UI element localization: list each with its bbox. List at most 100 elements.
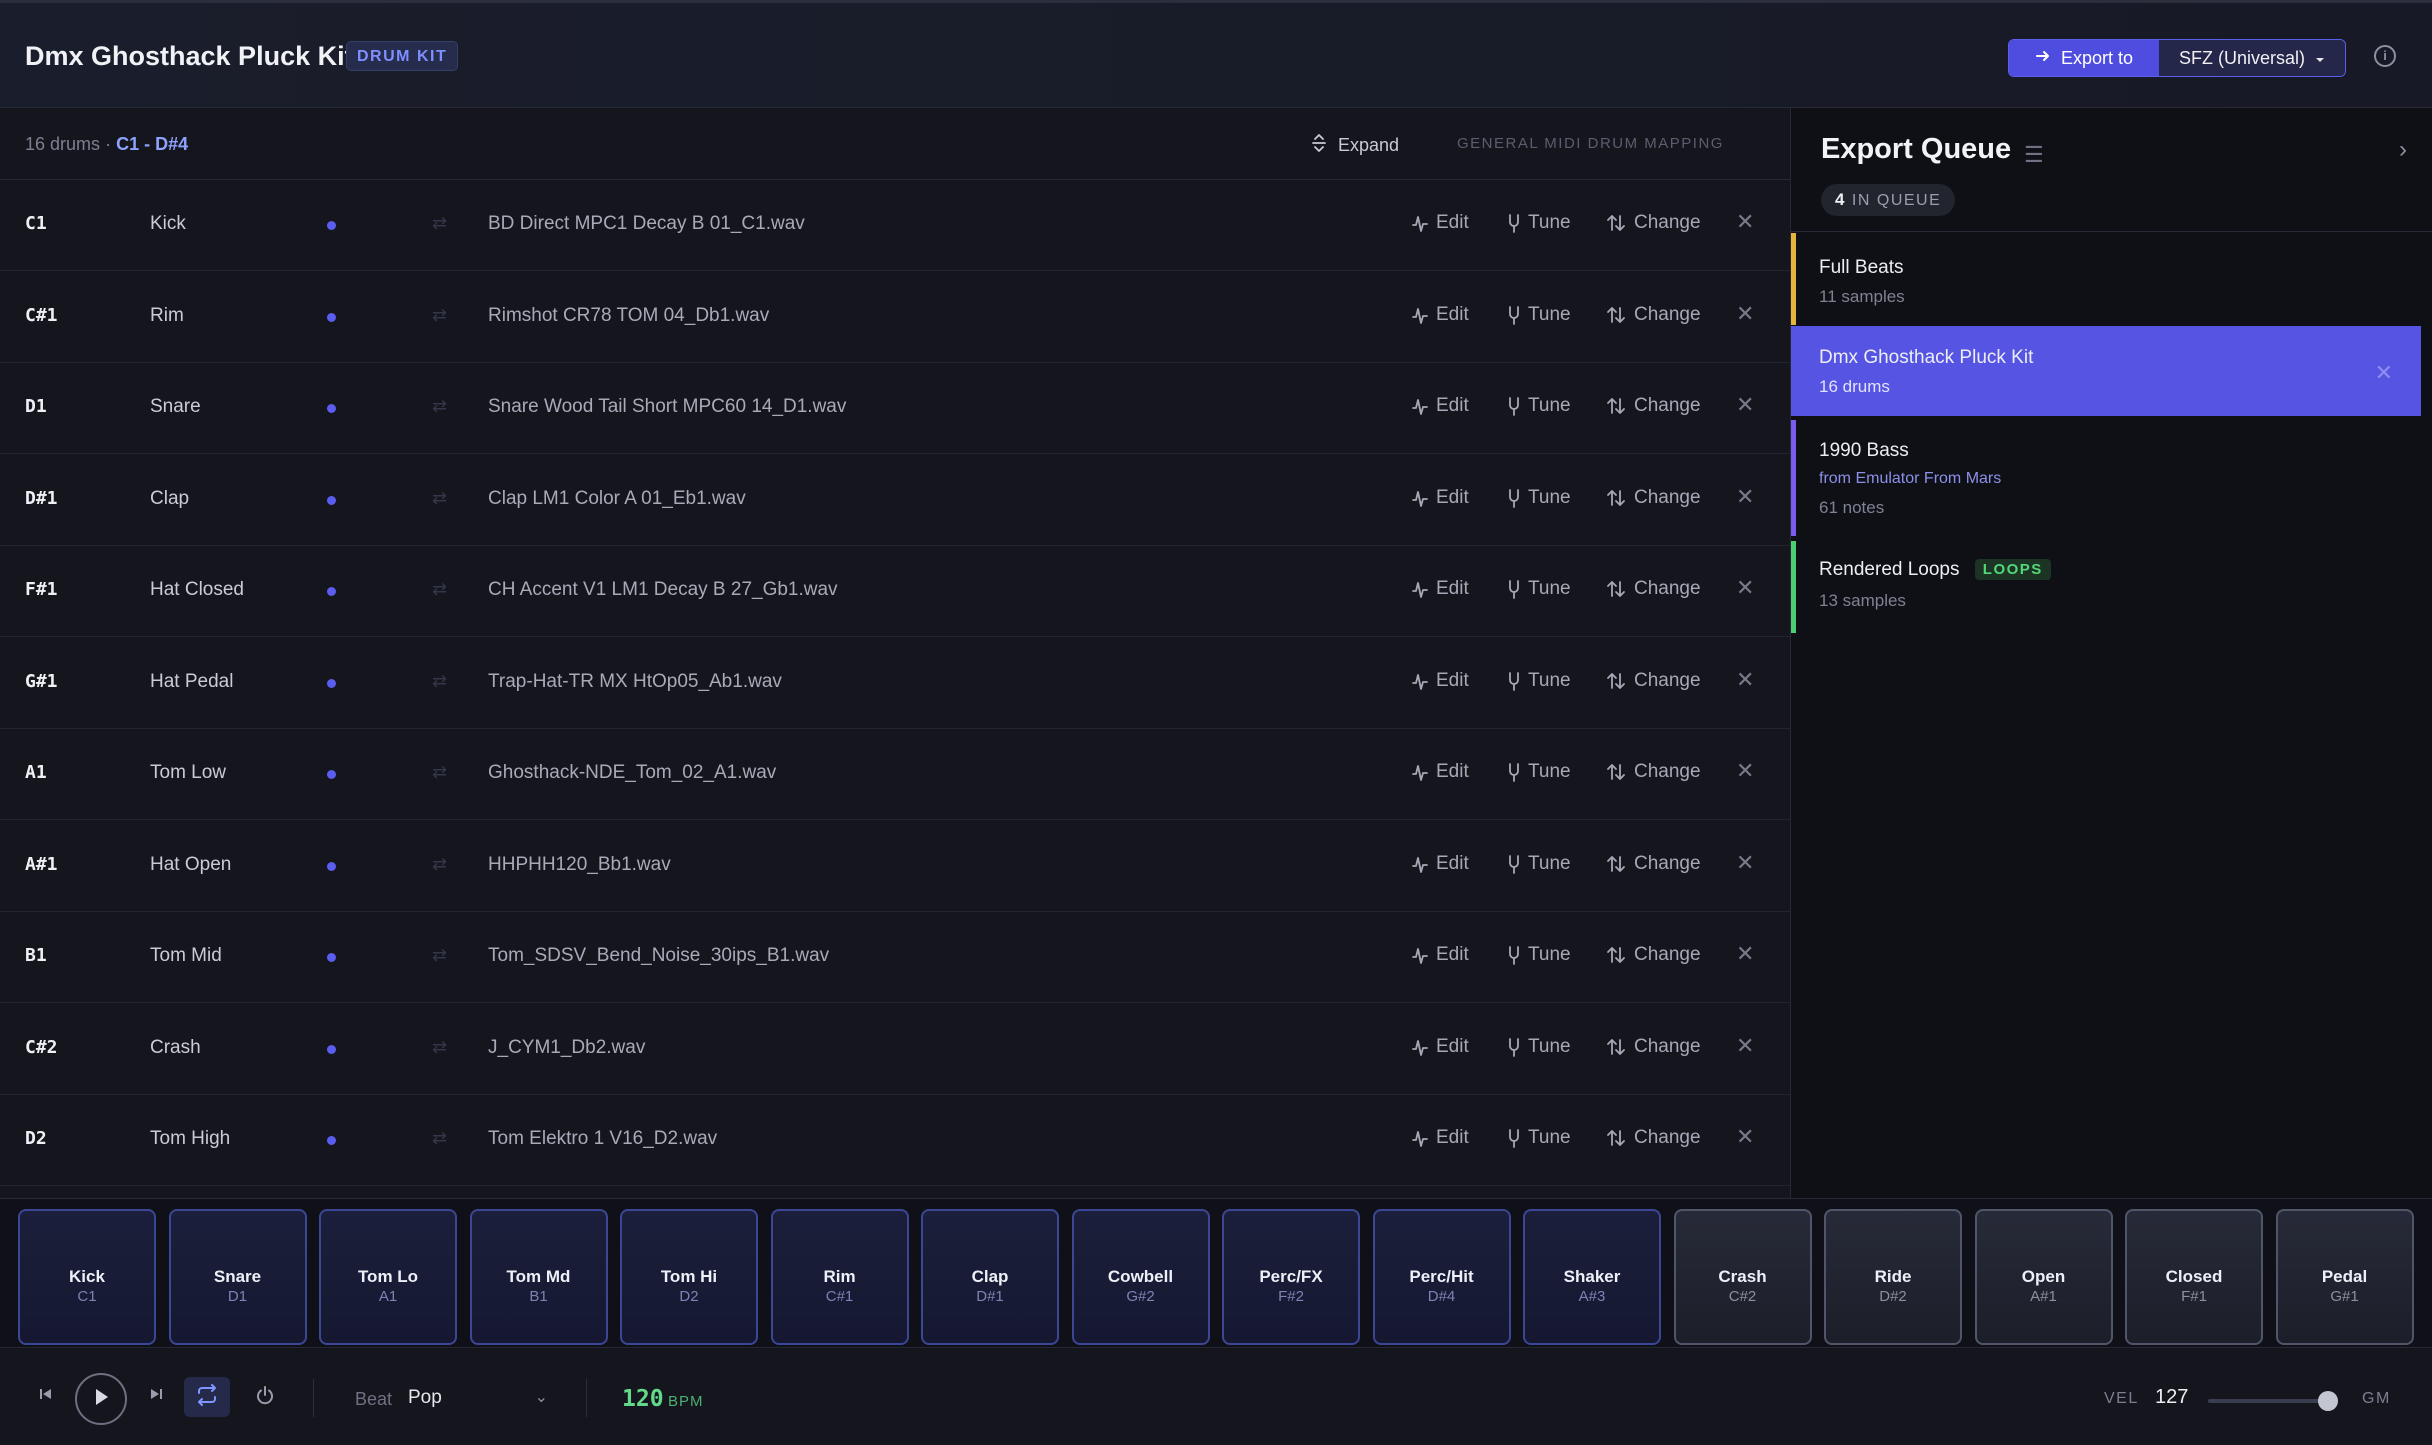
expand-button[interactable]: Expand xyxy=(1310,130,1399,160)
change-button[interactable]: Change xyxy=(1606,670,1701,692)
change-button[interactable]: Change xyxy=(1606,944,1701,966)
close-icon[interactable]: ✕ xyxy=(1736,301,1754,327)
edit-button[interactable]: Edit xyxy=(1412,578,1469,600)
export-format-select[interactable]: SFZ (Universal) xyxy=(2159,40,2345,76)
tune-button[interactable]: Tune xyxy=(1508,853,1571,875)
edit-button[interactable]: Edit xyxy=(1412,853,1469,875)
loop-icon[interactable]: ⇄ xyxy=(432,396,447,417)
drum-row[interactable]: D#1 Clap ⇄ Clap LM1 Color A 01_Eb1.wav Edit T… xyxy=(0,455,1790,546)
play-button[interactable] xyxy=(75,1373,127,1425)
close-icon[interactable]: ✕ xyxy=(1736,941,1754,967)
beat-select[interactable]: Pop ⌄ xyxy=(408,1379,548,1417)
drum-row[interactable]: C1 Kick ⇄ BD Direct MPC1 Decay B 01_C1.wav E… xyxy=(0,180,1790,271)
loop-icon[interactable]: ⇄ xyxy=(432,1128,447,1149)
loop-icon[interactable]: ⇄ xyxy=(432,579,447,600)
change-button[interactable]: Change xyxy=(1606,578,1701,600)
change-button[interactable]: Change xyxy=(1606,761,1701,783)
close-icon[interactable]: ✕ xyxy=(1736,850,1754,876)
edit-button[interactable]: Edit xyxy=(1412,1036,1469,1058)
close-icon[interactable]: ✕ xyxy=(1736,209,1754,235)
drum-pad[interactable]: Snare D1 xyxy=(168,1209,307,1345)
loop-icon[interactable]: ⇄ xyxy=(432,671,447,692)
loop-icon[interactable]: ⇄ xyxy=(432,945,447,966)
drum-pad[interactable]: Shaker A#3 xyxy=(1523,1209,1661,1345)
skip-forward-button[interactable] xyxy=(143,1383,169,1409)
change-button[interactable]: Change xyxy=(1606,853,1701,875)
loop-icon[interactable]: ⇄ xyxy=(432,305,447,326)
drum-pad[interactable]: Cowbell G#2 xyxy=(1071,1209,1210,1345)
drum-row[interactable]: G#1 Hat Pedal ⇄ Trap-Hat-TR MX HtOp05_Ab1.w… xyxy=(0,638,1790,729)
loop-icon[interactable]: ⇄ xyxy=(432,854,447,875)
drum-row[interactable]: C#1 Rim ⇄ Rimshot CR78 TOM 04_Db1.wav Edit Tu… xyxy=(0,272,1790,363)
skip-back-button[interactable] xyxy=(33,1383,59,1409)
close-icon[interactable]: ✕ xyxy=(2375,360,2393,386)
tune-button[interactable]: Tune xyxy=(1508,212,1571,234)
drum-pad[interactable]: Rim C#1 xyxy=(770,1209,909,1345)
velocity-slider-thumb[interactable] xyxy=(2318,1391,2338,1411)
change-button[interactable]: Change xyxy=(1606,1127,1701,1149)
drum-pad[interactable]: Crash C#2 xyxy=(1673,1209,1812,1345)
queue-item-full-beats[interactable]: Full Beats 11 samples xyxy=(1791,233,2421,325)
tune-button[interactable]: Tune xyxy=(1508,578,1571,600)
edit-button[interactable]: Edit xyxy=(1412,304,1469,326)
loop-icon[interactable]: ⇄ xyxy=(432,762,447,783)
drum-row[interactable]: B1 Tom Mid ⇄ Tom_SDSV_Bend_Noise_30ips_B1.w… xyxy=(0,912,1790,1003)
bpm-value[interactable]: 120 xyxy=(622,1386,664,1412)
velocity-slider[interactable] xyxy=(2208,1391,2338,1411)
change-button[interactable]: Change xyxy=(1606,304,1701,326)
close-icon[interactable]: ✕ xyxy=(1736,1124,1754,1150)
drum-pad[interactable]: Clap D#1 xyxy=(921,1209,1059,1345)
drum-pad[interactable]: Kick C1 xyxy=(18,1209,156,1345)
list-icon[interactable]: ☰ xyxy=(2024,142,2044,168)
drum-row[interactable]: C#2 Crash ⇄ J_CYM1_Db2.wav Edit Tune Change ✕ xyxy=(0,1004,1790,1095)
drum-pad[interactable]: Closed F#1 xyxy=(2125,1209,2263,1345)
drum-row[interactable]: D2 Tom High ⇄ Tom Elektro 1 V16_D2.wav Edit T… xyxy=(0,1095,1790,1186)
change-button[interactable]: Change xyxy=(1606,487,1701,509)
edit-button[interactable]: Edit xyxy=(1412,944,1469,966)
loop-icon[interactable]: ⇄ xyxy=(432,488,447,509)
drum-pad[interactable]: Tom Lo A1 xyxy=(319,1209,457,1345)
drum-pad[interactable]: Perc/FX F#2 xyxy=(1222,1209,1360,1345)
change-button[interactable]: Change xyxy=(1606,1036,1701,1058)
drum-pad[interactable]: Ride D#2 xyxy=(1824,1209,1962,1345)
edit-button[interactable]: Edit xyxy=(1412,1127,1469,1149)
edit-button[interactable]: Edit xyxy=(1412,395,1469,417)
edit-button[interactable]: Edit xyxy=(1412,761,1469,783)
close-icon[interactable]: ✕ xyxy=(1736,575,1754,601)
drum-row[interactable]: F#1 Hat Closed ⇄ CH Accent V1 LM1 Decay B 2… xyxy=(0,546,1790,637)
change-button[interactable]: Change xyxy=(1606,212,1701,234)
drum-pad[interactable]: Tom Md B1 xyxy=(469,1209,608,1345)
queue-item-dmx-ghosthack[interactable]: Dmx Ghosthack Pluck Kit 16 drums ✕ xyxy=(1791,326,2421,416)
tune-button[interactable]: Tune xyxy=(1508,1127,1571,1149)
edit-button[interactable]: Edit xyxy=(1412,487,1469,509)
tune-button[interactable]: Tune xyxy=(1508,487,1571,509)
edit-button[interactable]: Edit xyxy=(1412,670,1469,692)
drum-row[interactable]: A1 Tom Low ⇄ Ghosthack-NDE_Tom_02_A1.wav Edi… xyxy=(0,729,1790,820)
tune-button[interactable]: Tune xyxy=(1508,761,1571,783)
queue-item-1990-bass[interactable]: 1990 Bass from Emulator From Mars 61 not… xyxy=(1791,420,2421,536)
tune-button[interactable]: Tune xyxy=(1508,1036,1571,1058)
tune-button[interactable]: Tune xyxy=(1508,670,1571,692)
change-button[interactable]: Change xyxy=(1606,395,1701,417)
edit-button[interactable]: Edit xyxy=(1412,212,1469,234)
close-icon[interactable]: ✕ xyxy=(1736,667,1754,693)
tune-button[interactable]: Tune xyxy=(1508,395,1571,417)
queue-item-rendered-loops[interactable]: Rendered Loops LOOPS 13 samples xyxy=(1791,541,2421,633)
close-icon[interactable]: ✕ xyxy=(1736,758,1754,784)
power-button[interactable] xyxy=(250,1383,280,1413)
drum-pad[interactable]: Perc/Hit D#4 xyxy=(1372,1209,1511,1345)
drum-pad[interactable]: Pedal G#1 xyxy=(2275,1209,2414,1345)
loop-toggle[interactable] xyxy=(184,1377,230,1417)
drum-pad[interactable]: Open A#1 xyxy=(1974,1209,2113,1345)
tune-button[interactable]: Tune xyxy=(1508,944,1571,966)
drum-pad[interactable]: Tom Hi D2 xyxy=(620,1209,758,1345)
loop-icon[interactable]: ⇄ xyxy=(432,1037,447,1058)
drum-row[interactable]: A#1 Hat Open ⇄ HHPHH120_Bb1.wav Edit Tune Chan… xyxy=(0,821,1790,912)
close-icon[interactable]: ✕ xyxy=(1736,1033,1754,1059)
chevron-right-icon[interactable]: › xyxy=(2399,136,2407,164)
close-icon[interactable]: ✕ xyxy=(1736,392,1754,418)
loop-icon[interactable]: ⇄ xyxy=(432,213,447,234)
close-icon[interactable]: ✕ xyxy=(1736,484,1754,510)
info-icon[interactable]: i xyxy=(2374,45,2396,67)
tune-button[interactable]: Tune xyxy=(1508,304,1571,326)
